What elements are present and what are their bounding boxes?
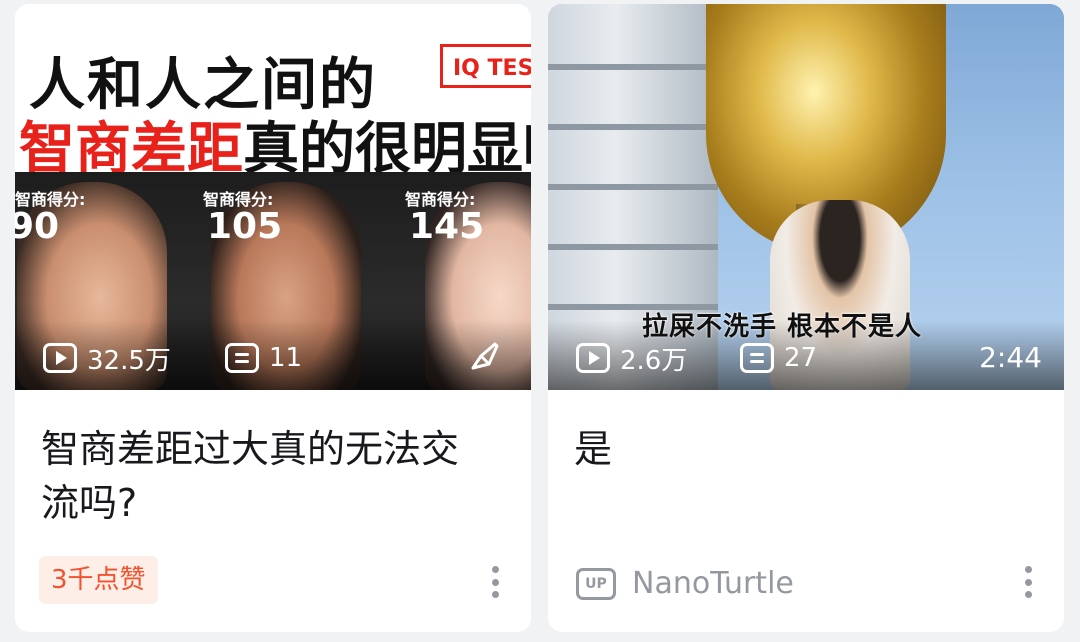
comment-count-value: 11 xyxy=(269,343,303,373)
video-title-line: 智商差距过大真的无法交 xyxy=(41,427,460,471)
share-icon[interactable] xyxy=(467,338,503,374)
view-count-value: 2.6万 xyxy=(620,345,688,376)
score-value: 105 xyxy=(207,206,283,247)
video-title[interactable]: 是 xyxy=(574,422,612,476)
play-icon xyxy=(576,343,610,373)
score-value: 90 xyxy=(15,206,60,247)
video-thumbnail[interactable]: 拉屎不洗手 根本不是人 2.6万 27 2:44 xyxy=(548,4,1064,390)
comment-count: 27 xyxy=(740,340,817,376)
more-vertical-icon[interactable] xyxy=(1024,566,1032,598)
likes-tag: 3千点赞 xyxy=(39,556,158,604)
video-duration: 2:44 xyxy=(979,341,1042,374)
comment-count: 11 xyxy=(225,340,302,376)
score-value: 145 xyxy=(409,206,485,247)
video-thumbnail[interactable]: 人和人之间的 智商差距真的很明显吗 IQ TEST 智商得分: 90 智商得分:… xyxy=(15,4,531,390)
danmaku-icon xyxy=(740,343,774,373)
video-title[interactable]: 智商差距过大真的无法交 流吗? xyxy=(41,422,459,530)
author[interactable]: UP NanoTurtle xyxy=(576,566,794,601)
danmaku-icon xyxy=(225,343,259,373)
video-card-1[interactable]: 人和人之间的 智商差距真的很明显吗 IQ TEST 智商得分: 90 智商得分:… xyxy=(15,4,531,632)
play-icon xyxy=(43,343,77,373)
video-card-2[interactable]: 拉屎不洗手 根本不是人 2.6万 27 2:44 是 UP NanoTurtle xyxy=(548,4,1064,632)
comment-count-value: 27 xyxy=(784,343,818,373)
view-count: 2.6万 xyxy=(576,340,687,376)
iq-test-badge: IQ TEST xyxy=(440,44,531,88)
up-badge-icon: UP xyxy=(576,567,616,600)
view-count-value: 32.5万 xyxy=(87,345,171,376)
video-title-line: 流吗? xyxy=(41,481,138,525)
author-name: NanoTurtle xyxy=(632,566,794,601)
more-vertical-icon[interactable] xyxy=(491,566,499,598)
view-count: 32.5万 xyxy=(43,340,171,376)
